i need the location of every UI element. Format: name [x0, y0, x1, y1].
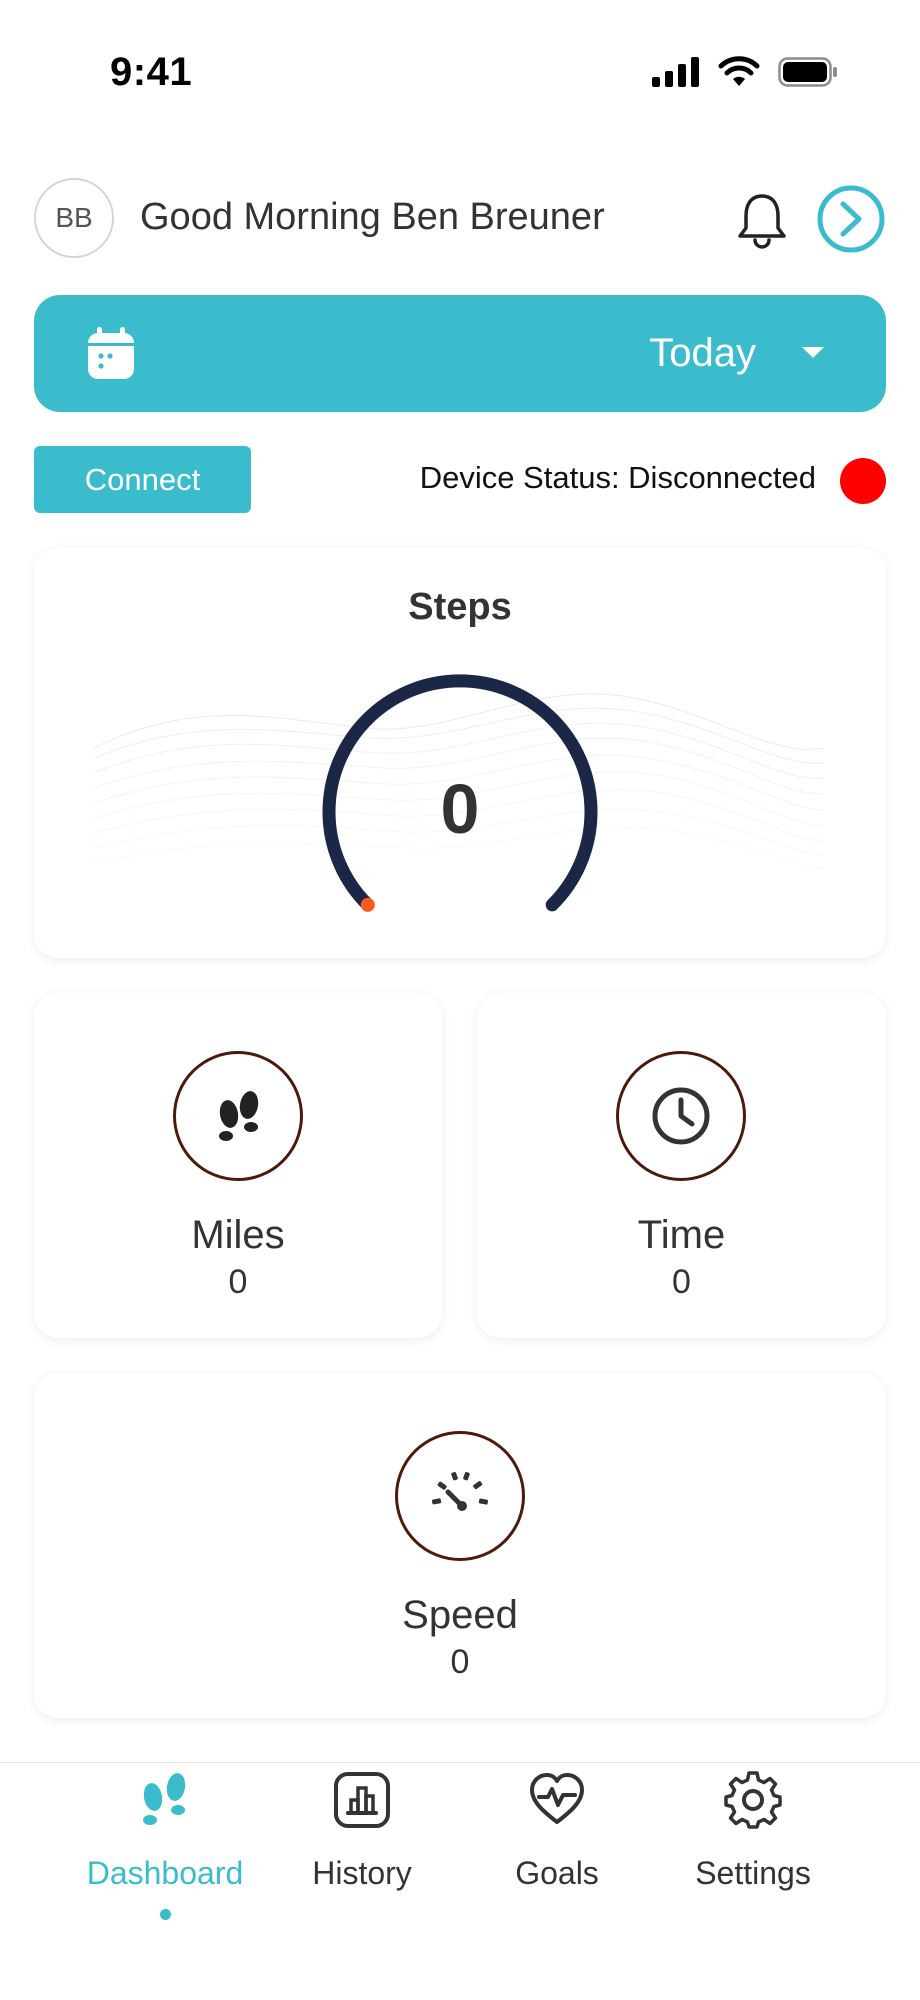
- dashboard-screen: 9:41 BB Good Morning Ben Breuner Today C…: [0, 0, 920, 2000]
- nav-item-dashboard[interactable]: Dashboard: [75, 1763, 255, 1920]
- speedometer-icon: [431, 1471, 489, 1511]
- cellular-signal-icon: [652, 57, 699, 87]
- status-icons: [652, 56, 838, 88]
- connect-button[interactable]: Connect: [34, 446, 251, 513]
- arrow-right-circle-icon[interactable]: [816, 184, 886, 254]
- footprints-icon: [219, 1091, 259, 1141]
- header: BB Good Morning Ben Breuner: [34, 178, 886, 262]
- time-icon-ring: [616, 1051, 746, 1181]
- time-value: 0: [672, 1263, 691, 1301]
- clock-icon: [652, 1087, 710, 1145]
- nav-label-goals: Goals: [515, 1855, 599, 1891]
- time-card[interactable]: Time 0: [477, 993, 886, 1338]
- date-selector[interactable]: Today: [34, 295, 886, 412]
- status-bar: 9:41: [0, 0, 920, 150]
- wifi-icon: [718, 56, 760, 86]
- steps-card: 0 Steps: [34, 548, 886, 958]
- nav-label-dashboard: Dashboard: [86, 1855, 244, 1891]
- miles-label: Miles: [191, 1213, 285, 1257]
- nav-item-history[interactable]: History: [272, 1763, 452, 1913]
- bar-chart-icon: [334, 1772, 390, 1828]
- date-selector-label: Today: [649, 331, 756, 375]
- speed-card[interactable]: Speed 0: [34, 1373, 886, 1718]
- steps-value: 0: [441, 770, 480, 848]
- footprints-icon: [143, 1773, 186, 1825]
- speed-icon-ring: [395, 1431, 525, 1561]
- steps-title: Steps: [408, 586, 512, 628]
- chevron-down-icon: [802, 347, 824, 358]
- nav-label-history: History: [312, 1855, 412, 1891]
- status-time: 9:41: [110, 50, 193, 94]
- speed-label: Speed: [402, 1593, 518, 1637]
- nav-item-settings[interactable]: Settings: [663, 1763, 843, 1913]
- nav-label-settings: Settings: [695, 1855, 811, 1891]
- bell-icon[interactable]: [734, 190, 790, 254]
- battery-icon: [778, 57, 837, 87]
- gear-icon: [724, 1771, 782, 1829]
- bottom-nav: Dashboard History Goals Settings: [0, 1762, 920, 2000]
- speed-value: 0: [450, 1643, 470, 1681]
- miles-card[interactable]: Miles 0: [34, 993, 442, 1338]
- time-label: Time: [637, 1213, 726, 1257]
- avatar[interactable]: BB: [34, 178, 114, 258]
- miles-value: 0: [228, 1263, 248, 1301]
- device-status-text: Device Status: Disconnected: [419, 460, 816, 495]
- nav-item-goals[interactable]: Goals: [467, 1763, 647, 1913]
- active-tab-indicator: [160, 1909, 171, 1920]
- heart-pulse-icon: [530, 1773, 584, 1824]
- calendar-icon: [88, 327, 134, 379]
- status-indicator-dot: [840, 458, 886, 504]
- miles-icon-ring: [173, 1051, 303, 1181]
- gauge-progress-marker: [360, 897, 375, 912]
- greeting-text: Good Morning Ben Breuner: [140, 196, 605, 238]
